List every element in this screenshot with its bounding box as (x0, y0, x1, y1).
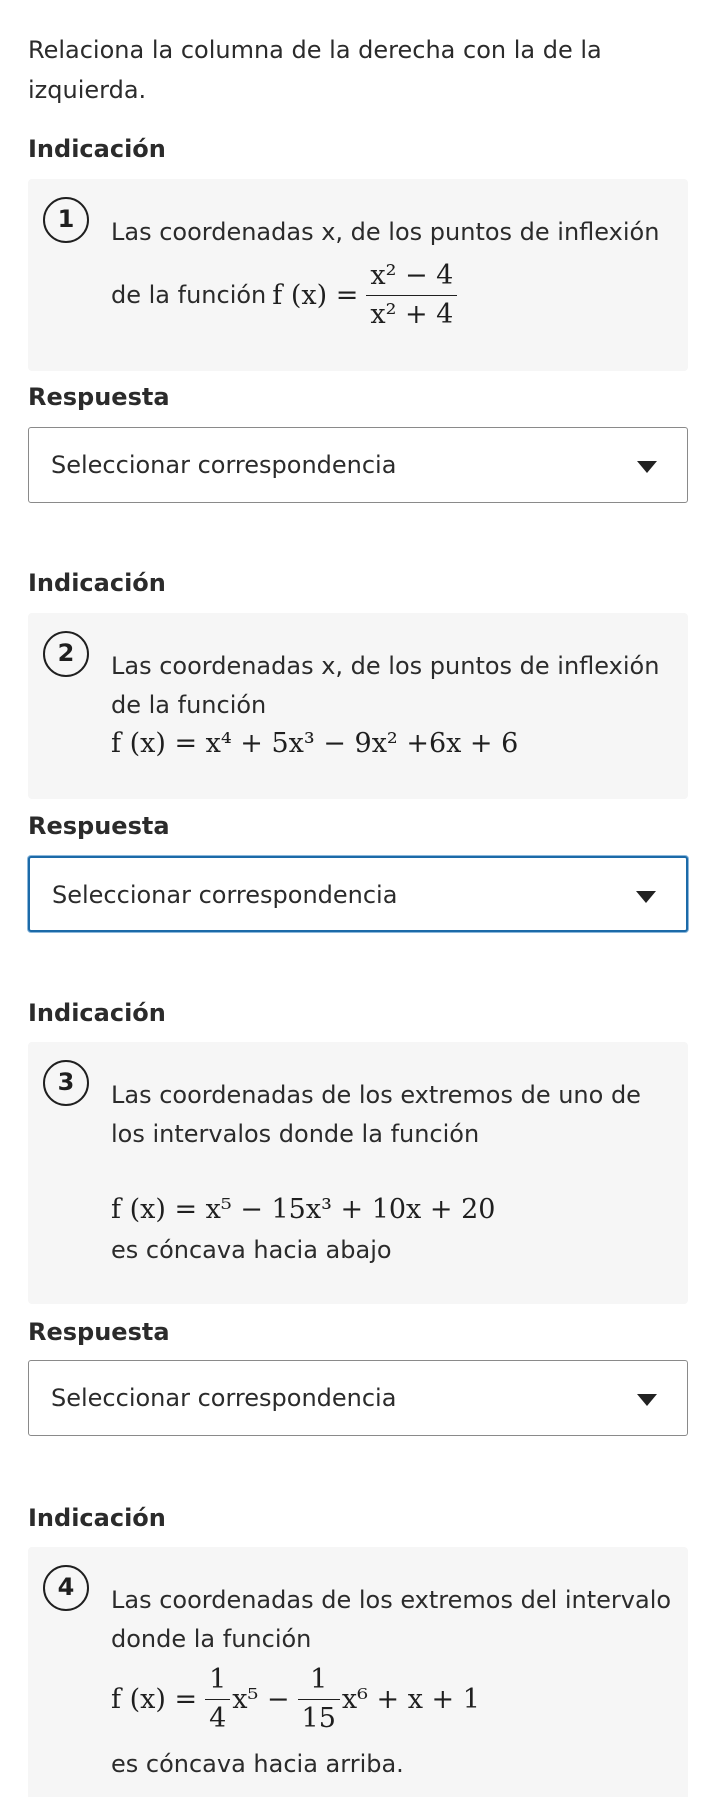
hint-card-4: 4 Las coordenadas de los extremos del in… (28, 1547, 688, 1797)
formula-4: f (x) = 1 4 x⁵ − 1 15 x⁶ + x + 1 (111, 1659, 681, 1739)
hint-text-2-line-2: de la función (111, 691, 267, 719)
hint-label-4: Indicación (28, 1504, 166, 1532)
answer-label-3: Respuesta (28, 1318, 170, 1346)
fraction-4a-denominator: 4 (209, 1702, 227, 1734)
fraction-4b-denominator: 15 (301, 1702, 336, 1734)
formula-lhs-1: f (x) = (272, 279, 359, 311)
formula-4-mid: x⁵ − (232, 1683, 290, 1715)
number-badge-4: 4 (43, 1565, 89, 1611)
hint-card-2: 2 Las coordenadas x, de los puntos de in… (28, 613, 688, 799)
chevron-down-icon (637, 461, 657, 473)
hint-text-4-line-1: Las coordenadas de los extremos del inte… (111, 1586, 672, 1614)
fraction-1: x² − 4 x² + 4 (366, 257, 458, 334)
formula-3: f (x) = x⁵ − 15x³ + 10x + 20 (111, 1194, 496, 1225)
formula-4-tail: x⁶ + x + 1 (341, 1683, 480, 1715)
hint-label-1: Indicación (28, 135, 166, 163)
number-badge-1: 1 (43, 197, 89, 243)
number-badge-3: 3 (43, 1060, 89, 1106)
answer-select-2[interactable]: Seleccionar correspondencia (28, 856, 688, 932)
chevron-down-icon (636, 891, 656, 903)
answer-label-2: Respuesta (28, 812, 170, 840)
hint-text-1-line-1: Las coordenadas x, de los puntos de infl… (111, 218, 660, 246)
formula-2: f (x) = x⁴ + 5x³ − 9x² +6x + 6 (111, 728, 519, 759)
hint-text-1-line-2: de la función (111, 280, 267, 309)
formula-lhs-4: f (x) = (111, 1683, 198, 1715)
hint-text-4-after: es cóncava hacia arriba. (111, 1750, 404, 1778)
answer-select-1[interactable]: Seleccionar correspondencia (28, 427, 688, 503)
answer-label-1: Respuesta (28, 383, 170, 411)
instructions-text: Relaciona la columna de la derecha con l… (28, 36, 602, 104)
chevron-down-icon (637, 1394, 657, 1406)
answer-select-2-value: Seleccionar correspondencia (52, 881, 398, 909)
hint-text-3-line-1: Las coordenadas de los extremos de uno d… (111, 1081, 641, 1109)
answer-select-3-value: Seleccionar correspondencia (51, 1384, 397, 1412)
hint-card-3: 3 Las coordenadas de los extremos de uno… (28, 1042, 688, 1304)
matching-exercise: Relaciona la columna de la derecha con l… (0, 0, 720, 1797)
fraction-4b-numerator: 1 (297, 1661, 340, 1700)
hint-card-1: 1 Las coordenadas x, de los puntos de in… (28, 179, 688, 371)
fraction-4a-numerator: 1 (205, 1661, 231, 1700)
hint-text-3-after: es cóncava hacia abajo (111, 1236, 392, 1264)
answer-select-3[interactable]: Seleccionar correspondencia (28, 1360, 688, 1436)
hint-text-2-line-1: Las coordenadas x, de los puntos de infl… (111, 652, 660, 680)
fraction-4a: 1 4 (205, 1661, 231, 1738)
hint-label-2: Indicación (28, 569, 166, 597)
number-badge-2: 2 (43, 631, 89, 677)
hint-label-3: Indicación (28, 999, 166, 1027)
hint-formula-1: de la función f (x) = x² − 4 x² + 4 (111, 255, 681, 335)
hint-text-3-line-2: los intervalos donde la función (111, 1120, 480, 1148)
fraction-denominator-1: x² + 4 (370, 298, 454, 330)
answer-select-1-value: Seleccionar correspondencia (51, 451, 397, 479)
hint-text-4-line-2: donde la función (111, 1625, 312, 1653)
fraction-numerator-1: x² − 4 (366, 257, 458, 296)
fraction-4b: 1 15 (297, 1661, 340, 1738)
